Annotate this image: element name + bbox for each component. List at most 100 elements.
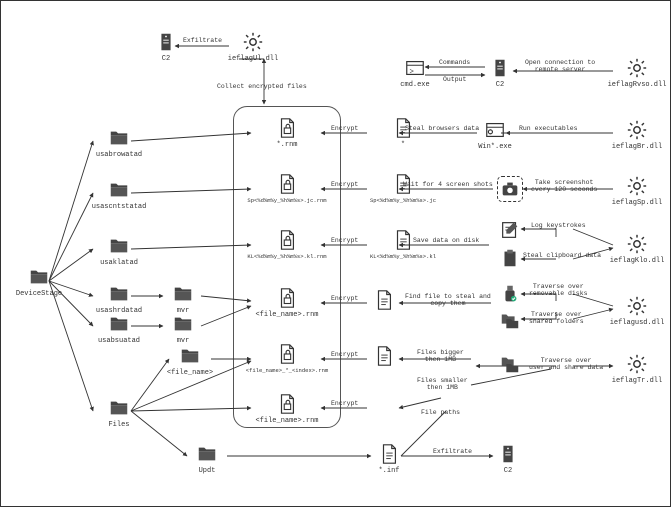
label: ieflagusd.dll [610, 319, 665, 327]
folder-icon [28, 266, 50, 288]
label: *.rnm [276, 141, 297, 149]
gear-icon [626, 295, 648, 317]
node-file-sp: Sp<%d%m%y_%h%m%s>.jc [363, 173, 443, 204]
server-icon [489, 57, 511, 79]
edge-encrypt-6: Encrypt [331, 400, 358, 407]
node-file-big [367, 345, 401, 367]
node-enc-sp: Sp<%d%m%y_%h%m%s>.jc.rnm [247, 173, 327, 204]
edge-wait-screens: Wait for 4 screen shots [403, 181, 493, 188]
gear-icon [626, 175, 648, 197]
edge-encrypt-3: Encrypt [331, 237, 358, 244]
label: <file_name>.rnm [255, 311, 318, 319]
node-tree [495, 353, 525, 375]
folder-tree-icon [499, 353, 521, 375]
node-dll-rvso: ieflagRvso.dll [607, 57, 667, 89]
edge-encrypt-1: Encrypt [331, 125, 358, 132]
node-dll-tr: ieflagTr.dll [607, 353, 667, 385]
node-usaklatad: usaklatad [89, 235, 149, 267]
encrypted-file-icon [276, 393, 298, 415]
note-icon [499, 219, 521, 241]
edge-cmd-commands: Commands [439, 59, 470, 66]
folder-icon [172, 283, 194, 305]
folder-icon [196, 443, 218, 465]
node-file-find [367, 289, 401, 311]
label: ieflagSp.dll [612, 199, 662, 207]
node-dll-sp: ieflagSp.dll [607, 175, 667, 207]
node-usabsuatad: usabsuatad [89, 313, 149, 345]
encrypted-file-icon [276, 229, 298, 251]
node-file-kl: KL<%d%m%y_%h%m%s>.kl [363, 229, 443, 260]
label: Sp<%d%m%y_%h%m%s>.jc.rnm [247, 197, 326, 204]
node-cmd: cmd.exe [393, 57, 437, 89]
diagram-canvas: DeviceStage usabrowatad usascntstatad us… [0, 0, 671, 507]
window-icon [484, 119, 506, 141]
node-mvr-1: mvr [163, 283, 203, 315]
edge-take-screens: Take screenshot every 120 seconds [531, 179, 597, 193]
node-file-star: * [363, 117, 443, 149]
server-icon [497, 443, 519, 465]
folder-icon [108, 397, 130, 419]
node-dll-ul: ieflagUl.dll [223, 31, 283, 63]
label: C2 [496, 81, 504, 89]
label: usabsuatad [98, 337, 140, 345]
label: C2 [504, 467, 512, 475]
shared-folders-icon [499, 309, 521, 331]
node-mvr-2: mvr [163, 313, 203, 345]
edge-file-paths: File paths [421, 409, 460, 416]
label: ieflagTr.dll [612, 377, 662, 385]
node-c2-bottom: C2 [493, 443, 523, 475]
label: ieflagKlo.dll [610, 257, 665, 265]
edge-encrypt-5: Encrypt [331, 351, 358, 358]
label: ieflagRvso.dll [608, 81, 667, 89]
edge-exfiltrate-top: Exfiltrate [183, 37, 222, 44]
label: * [401, 141, 405, 149]
node-usascntstatad: usascntstatad [89, 179, 149, 211]
label: <file_name>_*_<index>.rnm [246, 367, 329, 374]
node-c2-top: C2 [151, 31, 181, 63]
label: usaklatad [100, 259, 138, 267]
label: <file_name>.rnm [255, 417, 318, 425]
folder-icon [108, 283, 130, 305]
terminal-icon [404, 57, 426, 79]
node-enc-rnm: *.rnm [247, 117, 327, 149]
edge-traverse-usb: Traverse over removable disks [529, 283, 588, 297]
node-enc-fi: <file_name>_*_<index>.rnm [247, 343, 327, 374]
label: Files [108, 421, 129, 429]
usb-icon [499, 283, 521, 305]
node-usashrdatad: usashrdatad [89, 283, 149, 315]
edge-big-files: Files bigger then 1MB [417, 349, 464, 363]
label: usascntstatad [92, 203, 147, 211]
gear-icon [626, 119, 648, 141]
node-dll-klo: ieflagKlo.dll [607, 233, 667, 265]
node-winexe: Win*.exe [473, 119, 517, 151]
label: *.inf [378, 467, 399, 475]
gear-icon [626, 353, 648, 375]
node-clipboard [495, 247, 525, 269]
folder-icon [108, 179, 130, 201]
node-dll-br: ieflagBr.dll [607, 119, 667, 151]
node-enc-kl: KL<%d%m%y_%h%m%s>.kl.rnm [247, 229, 327, 260]
camera-icon [498, 177, 522, 201]
node-enc-f2: <file_name>.rnm [247, 393, 327, 425]
node-usabrowatad: usabrowatad [89, 127, 149, 159]
folder-icon [172, 313, 194, 335]
edge-open-conn: Open connection to remote server [525, 59, 595, 73]
gear-icon [242, 31, 264, 53]
gear-icon [626, 233, 648, 255]
encrypted-file-icon [276, 117, 298, 139]
clipboard-icon [499, 247, 521, 269]
label: ieflagBr.dll [612, 143, 662, 151]
node-keylog [495, 219, 525, 241]
encrypted-files-group [233, 106, 341, 428]
label: ieflagUl.dll [228, 55, 278, 63]
edge-traverse-tree: Traverse over user and share data [529, 357, 603, 371]
label: <file_name> [167, 369, 213, 377]
node-devicestage: DeviceStage [9, 266, 69, 298]
label: KL<%d%m%y_%h%m%s>.kl [370, 253, 436, 260]
server-icon [155, 31, 177, 53]
file-icon [373, 289, 395, 311]
edge-collect: Collect encrypted files [217, 83, 307, 90]
edge-encrypt-4: Encrypt [331, 295, 358, 302]
label: cmd.exe [400, 81, 429, 89]
folder-icon [179, 345, 201, 367]
